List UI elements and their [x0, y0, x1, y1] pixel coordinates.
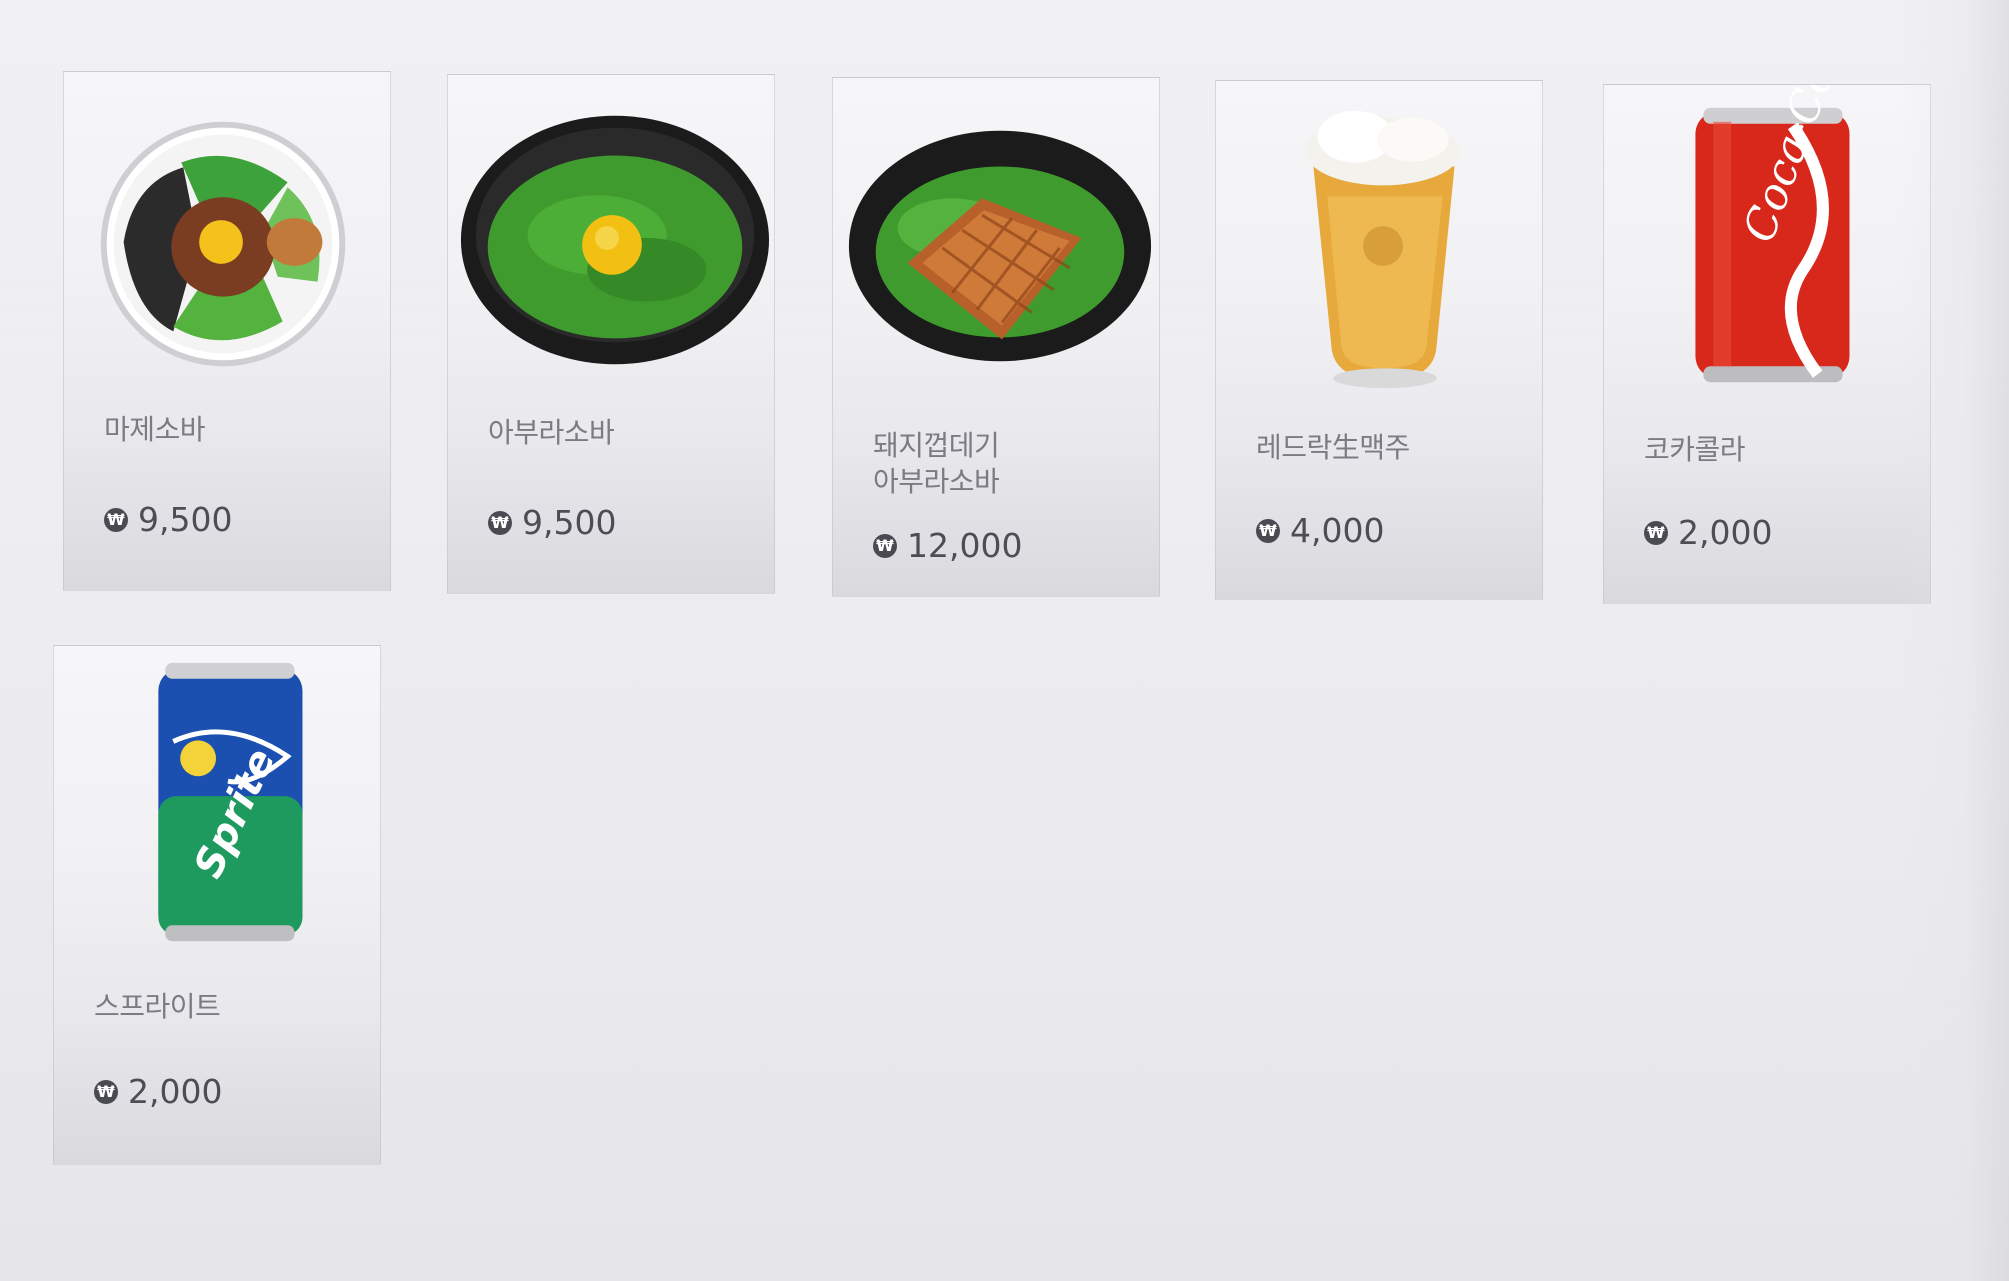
menu-item-aburasoba[interactable]: 아부라소바 ₩ 9,500 [447, 74, 775, 594]
price-row: ₩ 12,000 [873, 526, 1022, 565]
menu-item-name: 마제소바 [104, 413, 206, 446]
menu-item-price: 12,000 [907, 526, 1023, 565]
draft-beer-glass-image [1216, 81, 1542, 411]
won-icon: ₩ [1644, 520, 1668, 545]
price-row: ₩ 9,500 [488, 503, 616, 542]
menu-item-sprite[interactable]: Sprite 스프라이트 ₩ 2,000 [53, 645, 381, 1165]
coca-cola-can-image: Coca-Cola [1604, 85, 1930, 415]
pork-skin-aburasoba-bowl-image [833, 78, 1159, 408]
menu-grid: 마제소바 ₩ 9,500 아부라소바 ₩ 9,500 돼지껍데기 아부라소바 ₩… [0, 0, 2009, 1281]
menu-item-price: 2,000 [128, 1072, 223, 1111]
menu-item-pork-skin-aburasoba[interactable]: 돼지껍데기 아부라소바 ₩ 12,000 [832, 77, 1160, 597]
menu-item-name: 돼지껍데기 아부라소바 [873, 429, 1000, 498]
sprite-can-image: Sprite [54, 646, 380, 976]
menu-item-name: 스프라이트 [94, 990, 221, 1023]
won-icon: ₩ [94, 1079, 118, 1104]
menu-item-price: 4,000 [1290, 511, 1385, 550]
price-row: ₩ 9,500 [104, 500, 232, 539]
menu-item-price: 9,500 [138, 500, 233, 539]
won-icon: ₩ [873, 533, 897, 558]
won-icon: ₩ [1256, 518, 1280, 543]
kiosk-screen: 마제소바 ₩ 9,500 아부라소바 ₩ 9,500 돼지껍데기 아부라소바 ₩… [0, 0, 2009, 1281]
price-row: ₩ 2,000 [94, 1072, 222, 1111]
aburasoba-bowl-image [448, 75, 774, 405]
menu-item-price: 2,000 [1678, 513, 1773, 552]
price-row: ₩ 4,000 [1256, 511, 1384, 550]
menu-item-name: 코카콜라 [1644, 433, 1746, 466]
menu-item-coca-cola[interactable]: Coca-Cola 코카콜라 ₩ 2,000 [1603, 84, 1931, 604]
won-icon: ₩ [488, 510, 512, 535]
menu-item-draft-beer[interactable]: 레드락生맥주 ₩ 4,000 [1215, 80, 1543, 600]
menu-item-price: 9,500 [522, 503, 617, 542]
won-icon: ₩ [104, 507, 128, 532]
menu-item-mazesoba[interactable]: 마제소바 ₩ 9,500 [63, 71, 391, 591]
price-row: ₩ 2,000 [1644, 513, 1772, 552]
mazesoba-bowl-image [64, 72, 390, 402]
menu-item-name: 아부라소바 [488, 416, 615, 449]
menu-item-name: 레드락生맥주 [1256, 431, 1410, 464]
